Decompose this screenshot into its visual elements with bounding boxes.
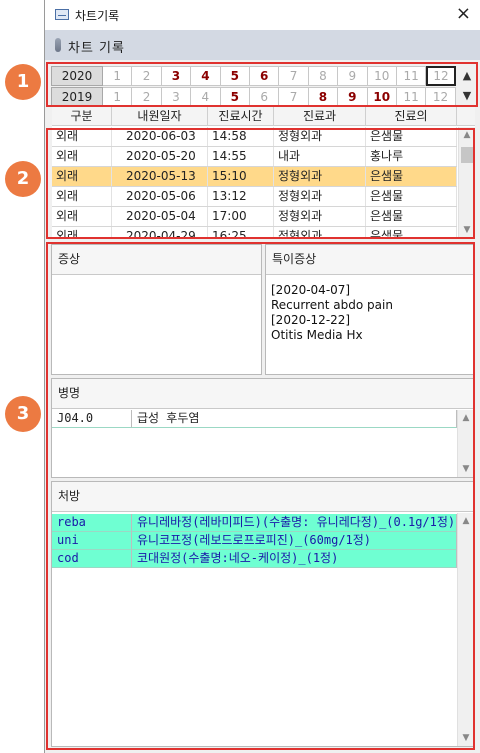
column-header[interactable]: 진료시간 <box>208 106 274 125</box>
section-header-label: 차트 기록 <box>68 41 125 56</box>
callout-badge-3: 3 <box>5 396 41 432</box>
close-icon[interactable]: × <box>456 3 471 24</box>
section-header: 차트 기록 <box>45 30 480 60</box>
title-bar: 차트기록 × <box>45 0 480 30</box>
column-header[interactable]: 진료의 <box>366 106 457 125</box>
header-spacer <box>457 106 475 125</box>
window-title: 차트기록 <box>75 9 120 23</box>
callout-badge-2: 2 <box>5 161 41 197</box>
callout-badge-1: 1 <box>5 64 41 100</box>
table-header: 구분 내원일자 진료시간 진료과 진료의 <box>52 106 475 126</box>
callout-box-3 <box>46 242 475 750</box>
callout-box-2 <box>46 128 475 239</box>
column-header[interactable]: 진료과 <box>274 106 366 125</box>
callout-box-1 <box>46 62 478 107</box>
app-window-icon <box>55 9 69 20</box>
pin-icon <box>55 38 61 52</box>
column-header[interactable]: 내원일자 <box>112 106 208 125</box>
column-header[interactable]: 구분 <box>52 106 112 125</box>
